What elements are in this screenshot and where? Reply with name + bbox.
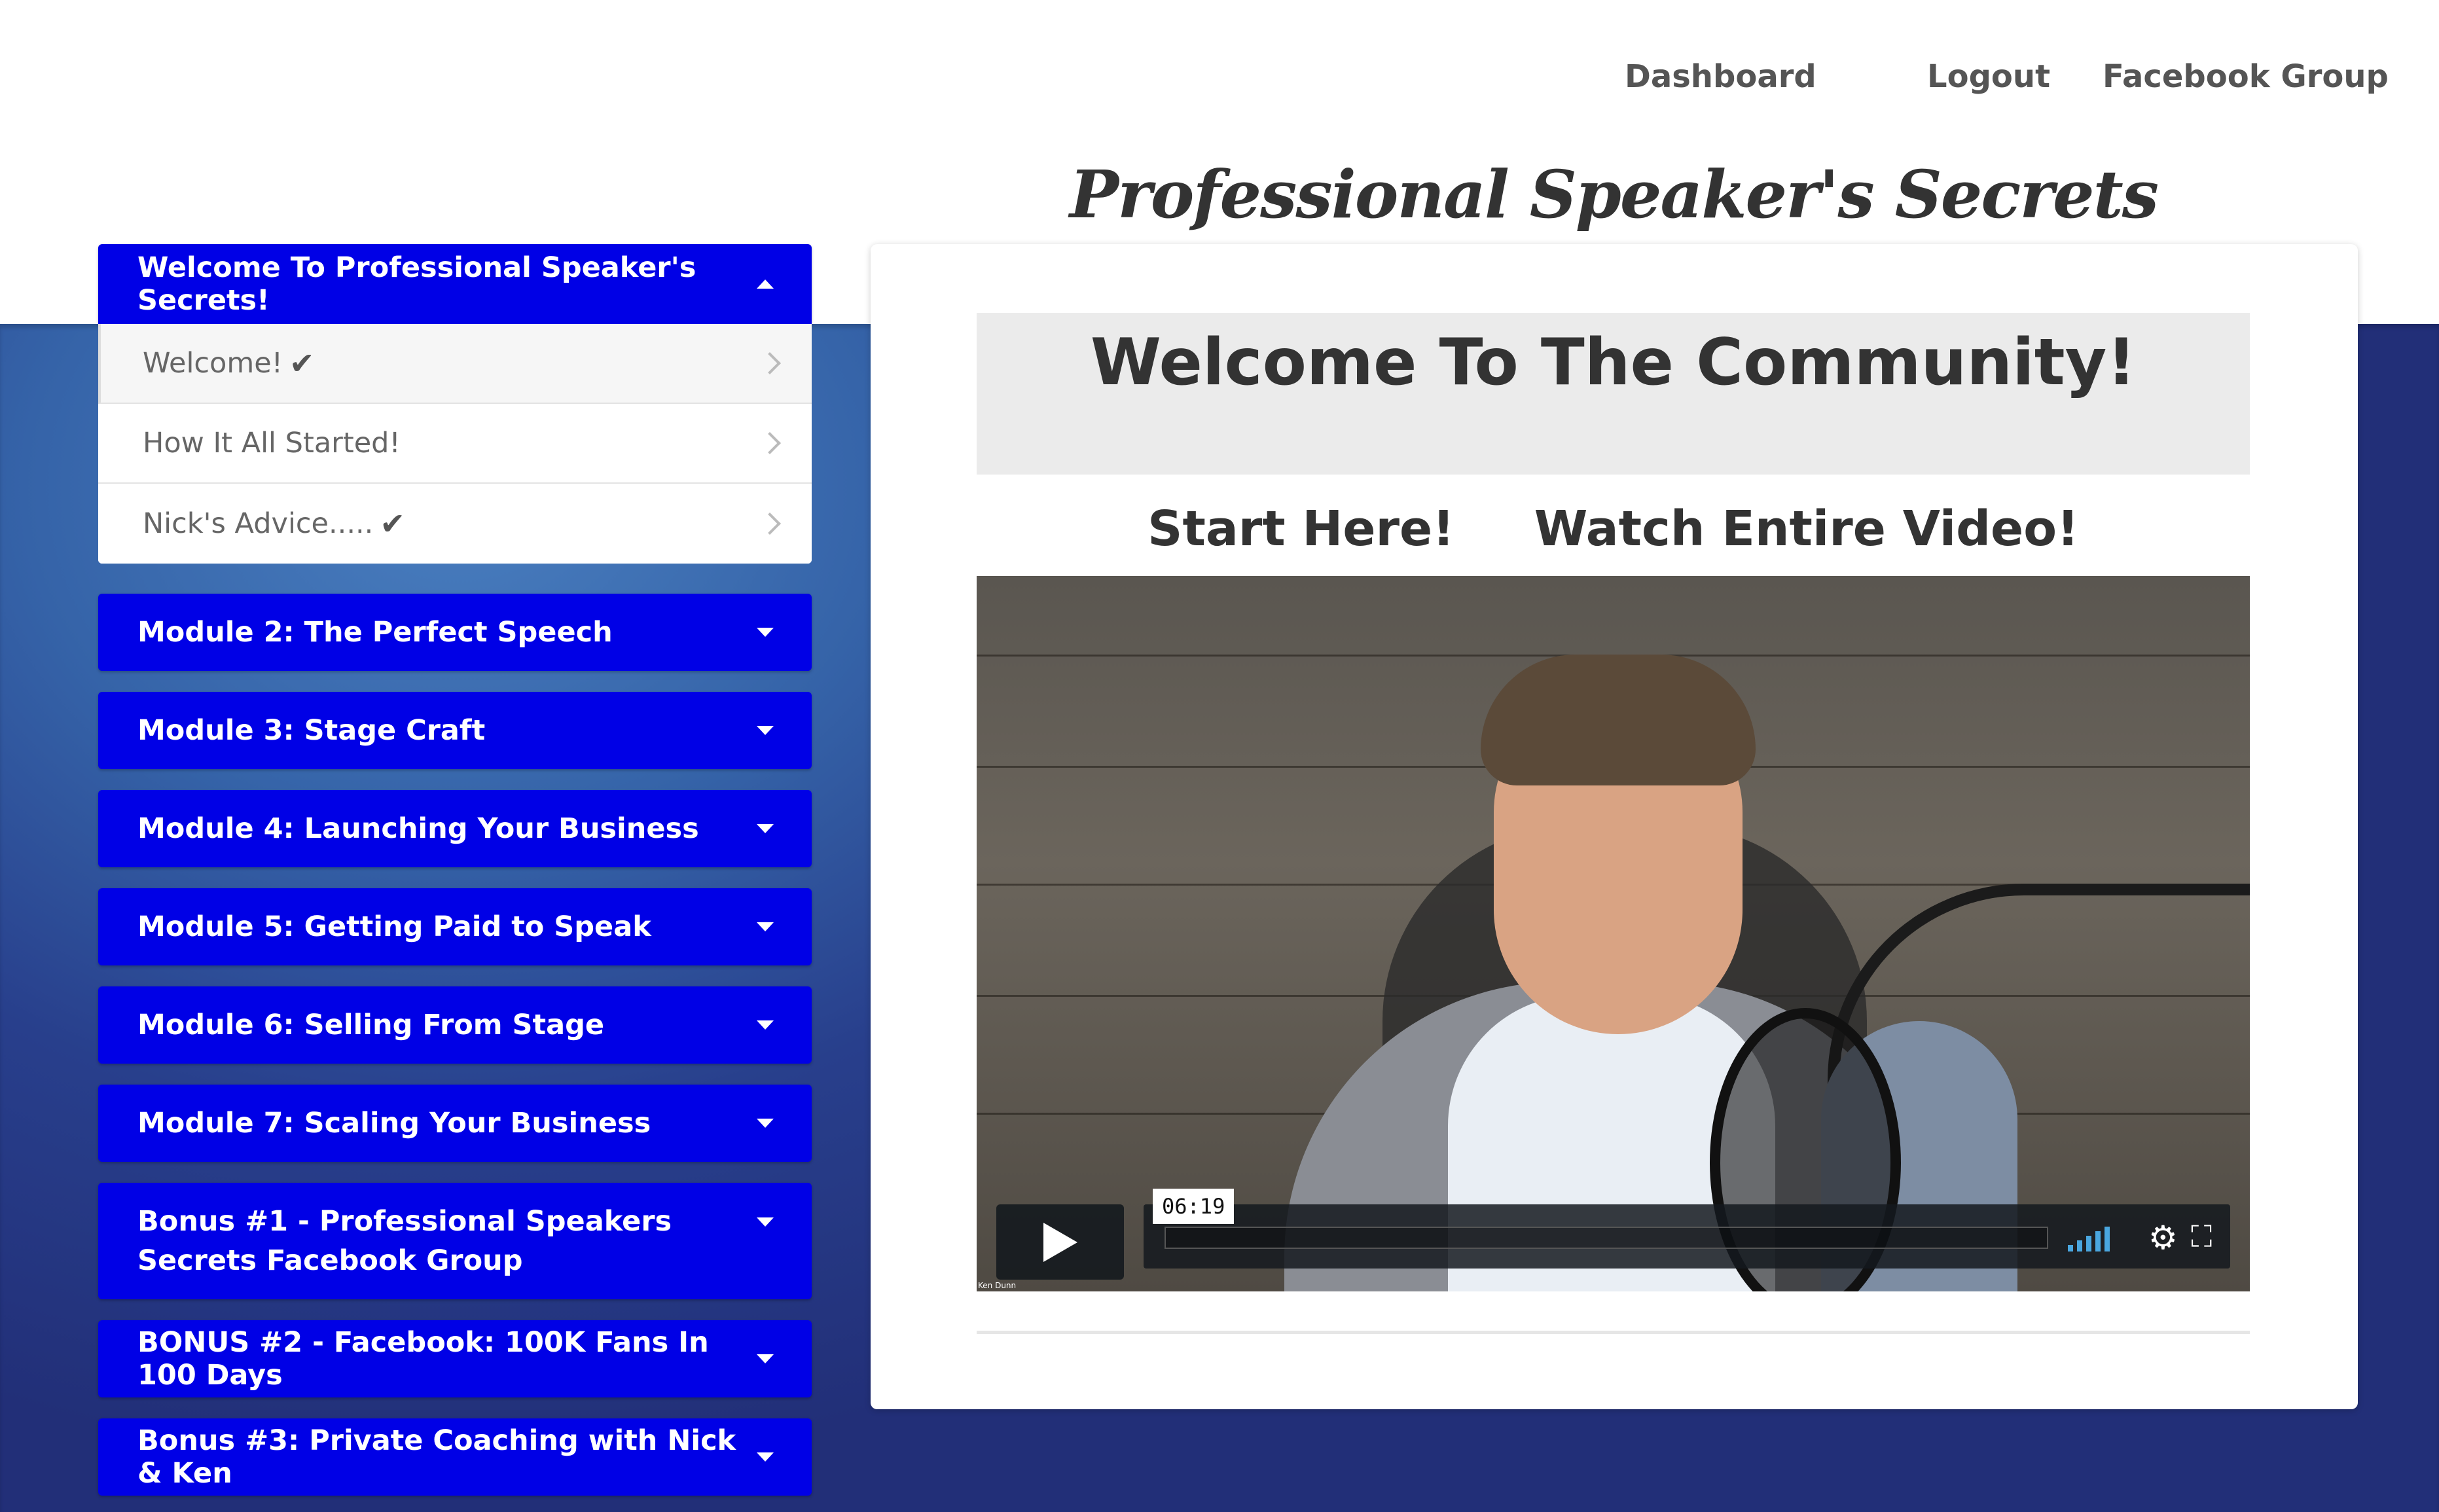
- lesson-item-nicks-advice[interactable]: Nick's Advice..... ✔: [98, 484, 812, 564]
- watch-video-text: Watch Entire Video!: [1534, 501, 2079, 557]
- accordion-body-welcome: Welcome! ✔ How It All Started! Nick's Ad…: [98, 324, 812, 564]
- welcome-banner: Welcome To The Community!: [977, 313, 2250, 475]
- caret-down-icon: [757, 628, 774, 637]
- video-player[interactable]: Ken Dunn 06:19 ⚙ ⛶: [977, 576, 2250, 1291]
- start-here-text: Start Here!: [1147, 501, 1454, 557]
- accordion-title: Module 4: Launching Your Business: [137, 812, 699, 845]
- lesson-label: How It All Started!: [143, 427, 401, 459]
- site-title: Professional Speaker's Secrets: [1069, 156, 2159, 233]
- course-sidebar: Welcome To Professional Speaker's Secret…: [98, 244, 812, 1496]
- caret-up-icon: [757, 279, 774, 289]
- nav-dashboard[interactable]: Dashboard: [1625, 54, 1816, 99]
- caret-down-icon: [757, 1217, 774, 1227]
- video-watermark: Ken Dunn: [978, 1281, 1017, 1290]
- caret-down-icon: [757, 726, 774, 735]
- accordion-header-module-5[interactable]: Module 5: Getting Paid to Speak: [98, 888, 812, 965]
- check-icon: ✔: [289, 346, 315, 381]
- chevron-right-icon: [759, 352, 781, 374]
- accordion-header-module-7[interactable]: Module 7: Scaling Your Business: [98, 1085, 812, 1162]
- accordion-title: Bonus #1 - Professional Speakers Secrets…: [137, 1205, 672, 1277]
- accordion-title: Module 7: Scaling Your Business: [137, 1107, 651, 1140]
- play-icon: [1043, 1223, 1077, 1262]
- video-controls: 06:19 ⚙ ⛶: [996, 1189, 2230, 1280]
- accordion-title: Bonus #3: Private Coaching with Nick & K…: [137, 1424, 736, 1490]
- accordion-title: Module 5: Getting Paid to Speak: [137, 910, 651, 943]
- accordion-header-module-3[interactable]: Module 3: Stage Craft: [98, 692, 812, 769]
- accordion-title: Module 6: Selling From Stage: [137, 1009, 605, 1041]
- chevron-right-icon: [759, 432, 781, 454]
- caret-down-icon: [757, 1119, 774, 1128]
- accordion-title: Module 2: The Perfect Speech: [137, 616, 613, 649]
- progress-track[interactable]: 06:19: [1153, 1189, 2048, 1249]
- accordion-header-welcome[interactable]: Welcome To Professional Speaker's Secret…: [98, 244, 812, 324]
- caret-down-icon: [757, 922, 774, 931]
- start-here-row: Start Here! Watch Entire Video!: [977, 493, 2250, 565]
- accordion-header-bonus-1[interactable]: Bonus #1 - Professional Speakers Secrets…: [98, 1183, 812, 1299]
- chevron-right-icon: [759, 513, 781, 535]
- caret-down-icon: [757, 1354, 774, 1363]
- gear-icon[interactable]: ⚙: [2148, 1221, 2178, 1254]
- caret-down-icon: [757, 824, 774, 833]
- lesson-label: Nick's Advice.....: [143, 507, 374, 540]
- lesson-item-how-it-started[interactable]: How It All Started!: [98, 404, 812, 484]
- accordion-header-bonus-3[interactable]: Bonus #3: Private Coaching with Nick & K…: [98, 1418, 812, 1496]
- lesson-item-welcome[interactable]: Welcome! ✔: [98, 324, 812, 404]
- accordion-title: Module 3: Stage Craft: [137, 714, 486, 747]
- accordion-title: BONUS #2 - Facebook: 100K Fans In 100 Da…: [137, 1326, 709, 1392]
- caret-down-icon: [757, 1452, 774, 1462]
- fullscreen-icon[interactable]: ⛶: [2191, 1220, 2212, 1253]
- top-nav: Dashboard Logout Facebook Group: [0, 54, 2439, 99]
- check-icon: ✔: [380, 506, 405, 541]
- lesson-heading: Welcome To The Community!: [1090, 325, 2137, 400]
- accordion-header-module-4[interactable]: Module 4: Launching Your Business: [98, 790, 812, 867]
- nav-facebook-group[interactable]: Facebook Group: [2103, 54, 2389, 99]
- accordion-header-module-6[interactable]: Module 6: Selling From Stage: [98, 986, 812, 1064]
- play-button[interactable]: [996, 1204, 1124, 1280]
- accordion-header-module-2[interactable]: Module 2: The Perfect Speech: [98, 594, 812, 671]
- person-hair: [1481, 655, 1756, 785]
- lesson-content-card: Welcome To The Community! Start Here! Wa…: [871, 244, 2358, 1409]
- nav-logout[interactable]: Logout: [1927, 54, 2050, 99]
- content-divider: [977, 1331, 2250, 1334]
- accordion-title: Welcome To Professional Speaker's Secret…: [137, 251, 696, 317]
- caret-down-icon: [757, 1020, 774, 1030]
- control-bar: 06:19 ⚙ ⛶: [1144, 1189, 2230, 1269]
- time-tooltip: 06:19: [1153, 1189, 1235, 1224]
- accordion-header-bonus-2[interactable]: BONUS #2 - Facebook: 100K Fans In 100 Da…: [98, 1320, 812, 1397]
- volume-icon[interactable]: [2068, 1225, 2120, 1251]
- lesson-label: Welcome!: [143, 347, 283, 380]
